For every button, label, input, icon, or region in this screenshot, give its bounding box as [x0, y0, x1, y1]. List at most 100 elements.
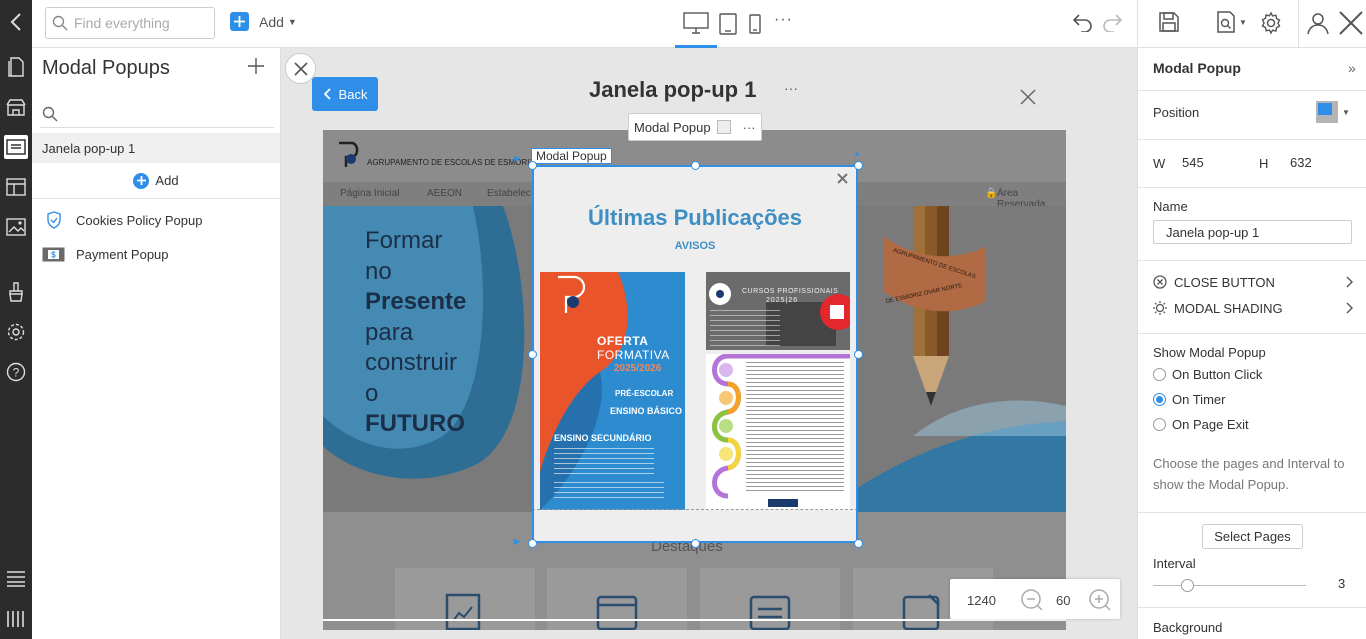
- resize-handle[interactable]: [691, 161, 700, 170]
- radio-button[interactable]: [1153, 368, 1166, 381]
- search-box[interactable]: [45, 7, 215, 39]
- close-popup-button[interactable]: [1020, 89, 1036, 105]
- layout-icon[interactable]: [4, 175, 28, 199]
- svg-text:?: ?: [13, 366, 20, 380]
- back-arrow-icon[interactable]: [4, 10, 28, 34]
- plus-icon: [230, 12, 249, 31]
- close-editor-button[interactable]: [1338, 10, 1364, 36]
- undo-icon: [1069, 12, 1093, 32]
- brightness-icon: [1153, 301, 1167, 315]
- mobile-icon: [749, 14, 761, 34]
- document-icon: [901, 591, 945, 630]
- mobile-view-button[interactable]: [749, 14, 761, 34]
- resize-handle[interactable]: [528, 539, 537, 548]
- tablet-view-button[interactable]: [719, 13, 737, 35]
- add-dropdown[interactable]: Add ▼: [230, 12, 297, 31]
- save-button[interactable]: [1158, 11, 1180, 33]
- site-nav-item: Página Inicial: [340, 188, 400, 199]
- toolbar-divider: [1137, 0, 1138, 48]
- site-settings-button[interactable]: [1259, 11, 1283, 35]
- zoom-out-button[interactable]: [1020, 588, 1044, 612]
- caret-down-icon: ▼: [1342, 107, 1350, 117]
- list-icon[interactable]: [4, 567, 28, 591]
- hero-line: Presente: [365, 288, 467, 315]
- hero-line: para: [365, 318, 414, 346]
- preview-dropdown[interactable]: ▼: [1215, 11, 1247, 33]
- chevron-right-icon: [1346, 302, 1353, 314]
- close-button-section[interactable]: CLOSE BUTTON: [1153, 273, 1353, 291]
- columns-icon[interactable]: [4, 607, 28, 631]
- store-icon[interactable]: [4, 95, 28, 119]
- plus-circle-icon: [133, 172, 150, 189]
- divider: [1138, 333, 1366, 334]
- brush-icon[interactable]: [4, 280, 28, 304]
- chevron-right-icon: [1346, 276, 1353, 288]
- popup-item-janela[interactable]: Janela pop-up 1: [32, 133, 280, 163]
- collapse-panel-icon[interactable]: »: [1348, 60, 1356, 76]
- search-input[interactable]: [74, 15, 204, 31]
- shield-icon: [46, 211, 62, 229]
- position-dropdown[interactable]: ▼: [1316, 100, 1352, 124]
- back-button[interactable]: Back: [312, 77, 378, 111]
- arrow-right-icon[interactable]: ▶: [514, 154, 520, 163]
- zoom-value[interactable]: 60: [1056, 593, 1070, 608]
- zoom-in-icon: [1089, 589, 1111, 611]
- zoom-in-button[interactable]: [1088, 588, 1112, 612]
- option-on-page-exit[interactable]: On Page Exit: [1153, 417, 1249, 432]
- resize-handle[interactable]: [854, 161, 863, 170]
- width-input[interactable]: 545: [1182, 155, 1204, 170]
- close-icon: [1338, 10, 1364, 36]
- lock-icon: 🔒: [985, 188, 998, 199]
- preview-icon: [1215, 11, 1237, 33]
- account-button[interactable]: [1306, 11, 1330, 35]
- option-on-button-click[interactable]: On Button Click: [1153, 367, 1262, 382]
- canvas-width-value: 1240: [967, 593, 996, 608]
- interval-slider-track[interactable]: [1153, 585, 1306, 586]
- more-devices-button[interactable]: ···: [774, 11, 793, 29]
- media-icon[interactable]: [4, 215, 28, 239]
- resize-handle[interactable]: [854, 350, 863, 359]
- news-icon: [748, 591, 792, 630]
- option-on-timer[interactable]: On Timer: [1153, 392, 1225, 407]
- height-input[interactable]: 632: [1290, 155, 1312, 170]
- popup-item-label: Janela pop-up 1: [42, 140, 136, 156]
- popup-item-payment[interactable]: $ Payment Popup: [32, 240, 280, 268]
- resize-handle[interactable]: [691, 539, 700, 548]
- select-pages-button[interactable]: Select Pages: [1202, 524, 1303, 549]
- arrow-up-icon[interactable]: ▲: [853, 149, 861, 158]
- properties-panel: Modal Popup » Position ▼ W 545 H 632 Nam…: [1137, 48, 1366, 639]
- settings-icon[interactable]: [4, 320, 28, 344]
- pages-icon[interactable]: [4, 55, 28, 79]
- add-popup-button[interactable]: [248, 58, 264, 74]
- resize-handle[interactable]: [528, 161, 537, 170]
- panel-search-input[interactable]: [40, 102, 274, 128]
- modal-shading-section[interactable]: MODAL SHADING: [1153, 299, 1353, 317]
- name-input[interactable]: Janela pop-up 1: [1153, 220, 1352, 244]
- caret-down-icon: ▼: [287, 16, 297, 27]
- divider: [1138, 90, 1366, 91]
- arrow-right-icon[interactable]: ▶: [514, 537, 520, 546]
- radio-button[interactable]: [1153, 418, 1166, 431]
- interval-slider-handle[interactable]: [1181, 579, 1194, 592]
- add-popup-link[interactable]: Add: [32, 163, 280, 198]
- background-label: Background: [1153, 620, 1223, 635]
- popup-title-more-button[interactable]: ···: [784, 80, 798, 96]
- resize-handle[interactable]: [854, 539, 863, 548]
- modal-shading-label: MODAL SHADING: [1174, 300, 1283, 316]
- popup-element-chip[interactable]: Modal Popup ···: [628, 113, 762, 141]
- undo-button[interactable]: [1069, 12, 1093, 32]
- resize-handle[interactable]: [528, 350, 537, 359]
- modal-popups-panel: Modal Popups Janela pop-up 1 Add Cookies…: [32, 48, 281, 639]
- radio-button-selected[interactable]: [1153, 393, 1166, 406]
- zoom-control: 1240 60: [950, 579, 1120, 619]
- chip-more-button[interactable]: ···: [743, 120, 756, 135]
- tablet-icon: [719, 13, 737, 35]
- help-icon[interactable]: ?: [4, 360, 28, 384]
- chip-swatch[interactable]: [716, 120, 731, 134]
- desktop-view-button[interactable]: [675, 0, 717, 48]
- redo-button[interactable]: [1102, 12, 1126, 32]
- popup-icon[interactable]: [4, 135, 28, 159]
- popup-item-cookies[interactable]: Cookies Policy Popup: [32, 206, 280, 234]
- popup-item-label: Payment Popup: [76, 246, 169, 262]
- hero-line: FUTURO: [365, 410, 465, 437]
